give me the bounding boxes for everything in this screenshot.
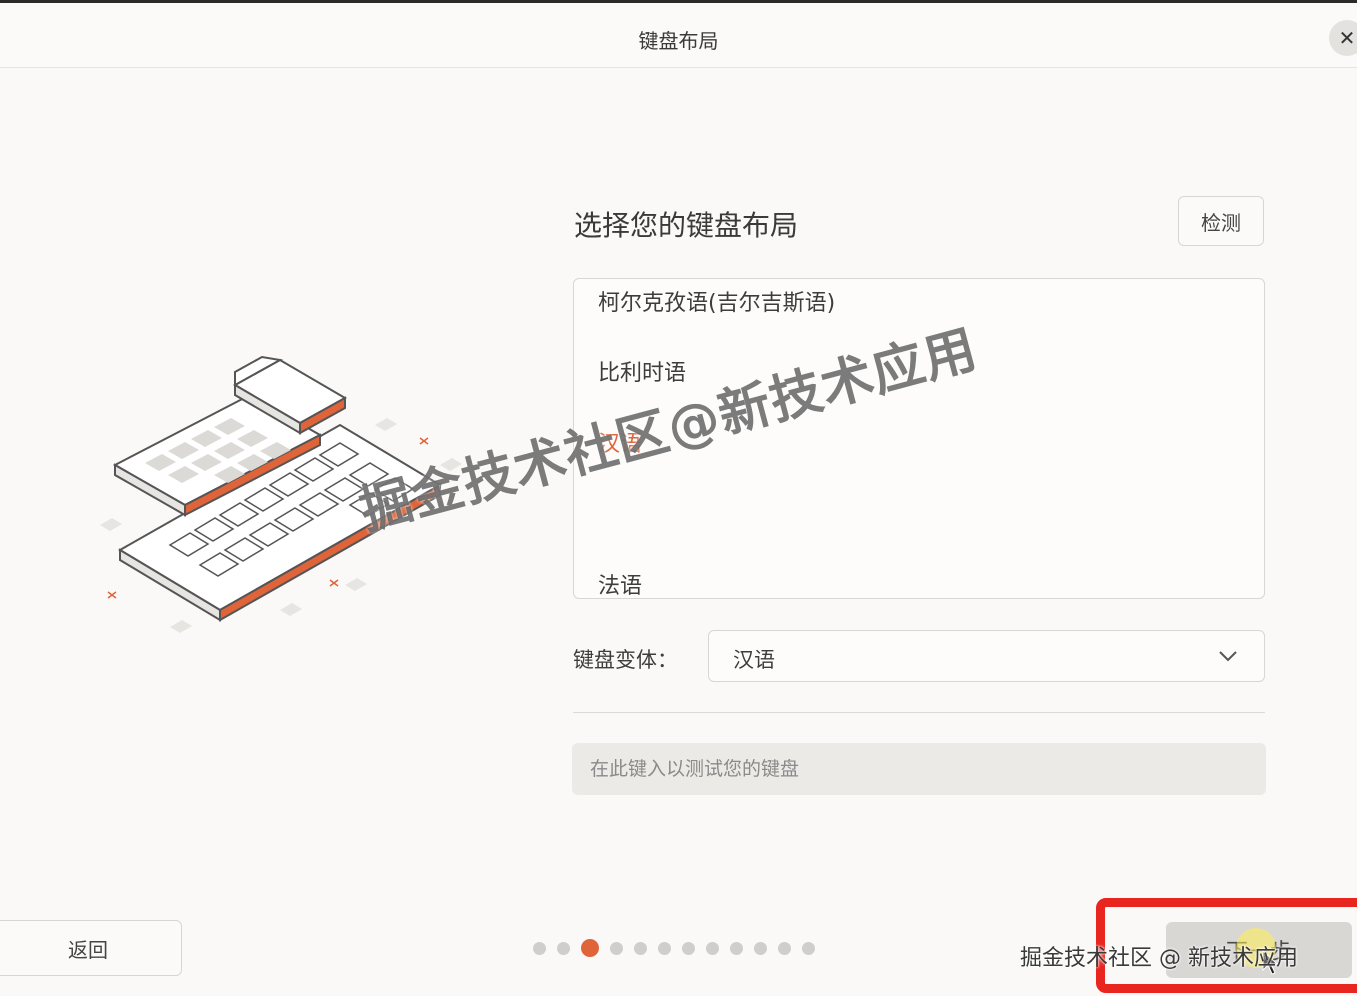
- detect-button[interactable]: 检测: [1178, 196, 1264, 246]
- variant-value: 汉语: [733, 648, 775, 672]
- watermark-corner: 掘金技术社区 @ 新技术应用: [1020, 946, 1298, 971]
- close-button[interactable]: ✕: [1329, 20, 1357, 56]
- list-item[interactable]: 比利时语: [598, 355, 686, 387]
- title-bar: 键盘布局 ✕: [0, 0, 1357, 68]
- progress-dot: [682, 941, 695, 955]
- keyboard-test-input[interactable]: [572, 743, 1266, 795]
- progress-dots: [533, 938, 815, 958]
- progress-dot: [533, 941, 546, 955]
- page-title: 选择您的键盘布局: [574, 209, 799, 242]
- progress-dot: [706, 941, 719, 955]
- progress-dot: [634, 941, 647, 955]
- variant-dropdown[interactable]: 汉语: [708, 630, 1265, 682]
- close-icon: ✕: [1338, 26, 1356, 50]
- list-item[interactable]: 法语: [598, 568, 642, 598]
- back-button[interactable]: 返回: [0, 920, 182, 976]
- divider: [573, 712, 1265, 713]
- variant-label: 键盘变体：: [573, 648, 678, 672]
- progress-dot: [557, 941, 570, 955]
- progress-dot: [730, 941, 743, 955]
- window-title: 键盘布局: [638, 29, 719, 53]
- progress-dot: [802, 941, 815, 955]
- chevron-down-icon: [1219, 651, 1237, 662]
- list-item[interactable]: 柯尔克孜语(吉尔吉斯语): [598, 285, 835, 317]
- progress-dot: [754, 941, 767, 955]
- progress-dot: [658, 941, 671, 955]
- progress-dot-active: [581, 939, 599, 957]
- progress-dot: [610, 941, 623, 955]
- progress-dot: [778, 941, 791, 955]
